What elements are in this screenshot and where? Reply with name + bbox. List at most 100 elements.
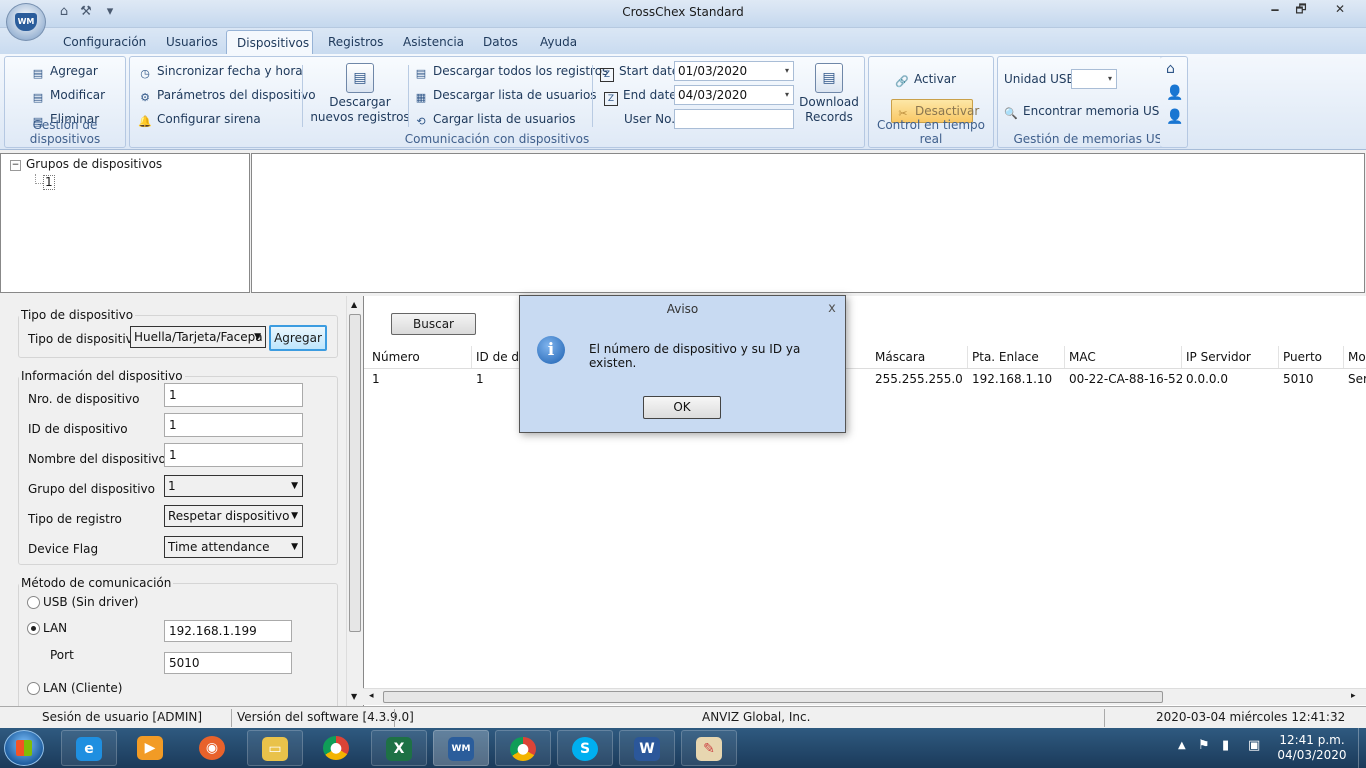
device-id-input[interactable]: 1 [164, 413, 303, 437]
search-button[interactable]: Buscar [391, 313, 476, 335]
device-number-input[interactable]: 1 [164, 383, 303, 407]
scroll-thumb[interactable] [349, 314, 361, 632]
taskbar-file-explorer[interactable]: ▭ [247, 730, 303, 766]
usb-unit-select[interactable]: ▾ [1071, 69, 1117, 89]
add-device-button[interactable]: ▤ Agregar [31, 61, 98, 81]
upload-user-list-button[interactable]: ⟲ Cargar lista de usuarios [414, 109, 575, 129]
taskbar-internet-explorer[interactable]: e [61, 730, 117, 766]
device-type-select[interactable]: Huella/Tarjeta/Facepa ▼ [130, 326, 266, 348]
start-date-picker[interactable]: 01/03/2020 ▾ [674, 61, 794, 81]
scroll-left-icon[interactable]: ◂ [369, 691, 374, 701]
clock-date: 04/03/2020 [1277, 748, 1347, 762]
table-cell-ip-servidor[interactable]: 0.0.0.0 [1182, 369, 1279, 389]
find-usb-button[interactable]: 🔍 Encontrar memoria USB [1004, 101, 1168, 121]
device-group-select[interactable]: 1 ▼ [164, 475, 303, 497]
status-bar: Sesión de usuario [ADMIN] Versión del so… [0, 706, 1366, 728]
action-center-flag-icon[interactable]: ⚑ [1198, 738, 1210, 753]
taskbar-crosschex[interactable]: WM [433, 730, 489, 766]
app-orb-button[interactable]: WM [6, 3, 46, 41]
tab-configuracion[interactable]: Configuración [55, 30, 154, 54]
dialog-close-button[interactable]: x [825, 301, 839, 316]
taskbar-chrome[interactable]: ● [309, 730, 365, 766]
port-input[interactable]: 5010 [164, 652, 292, 674]
bell-icon: 🔔 [138, 115, 152, 128]
form-scrollbar[interactable]: ▲ ▼ [346, 296, 362, 706]
column-header-ip-servidor[interactable]: IP Servidor [1182, 346, 1279, 368]
tray-expand-icon[interactable]: ▲ [1178, 740, 1186, 751]
device-name-input[interactable]: 1 [164, 443, 303, 467]
ok-button[interactable]: OK [643, 396, 721, 419]
tab-ayuda[interactable]: Ayuda [532, 30, 585, 54]
group-label-device-management: Gestión de dispositivos [29, 118, 101, 146]
house-user-icon[interactable]: ⌂ [1166, 61, 1175, 77]
end-date-picker[interactable]: 04/03/2020 ▾ [674, 85, 794, 105]
taskbar-skype[interactable]: S [557, 730, 613, 766]
column-header-mac[interactable]: MAC [1065, 346, 1182, 368]
add-device-type-button[interactable]: Agregar [269, 325, 327, 351]
maximize-button[interactable]: 🗗 [1288, 0, 1314, 19]
table-cell-mascara[interactable]: 255.255.255.0 [871, 369, 968, 389]
table-cell-numero[interactable]: 1 [368, 369, 472, 389]
column-header-mo[interactable]: Mo [1344, 346, 1366, 368]
tab-asistencia[interactable]: Asistencia [395, 30, 472, 54]
modify-device-button[interactable]: ▤ Modificar [31, 85, 105, 105]
lan-ip-input[interactable]: 192.168.1.199 [164, 620, 292, 642]
warning-dialog: Aviso x i El número de dispositivo y su … [519, 295, 846, 433]
calendar-icon: Z [604, 92, 618, 106]
taskbar-word[interactable]: W [619, 730, 675, 766]
table-cell-enlace[interactable]: 192.168.1.10 [968, 369, 1065, 389]
device-params-button[interactable]: ⚙ Parámetros del dispositivo [138, 85, 316, 105]
minimize-button[interactable]: 🗕 [1262, 0, 1288, 19]
device-flag-select[interactable]: Time attendance ▼ [164, 536, 303, 558]
column-header-mascara[interactable]: Máscara [871, 346, 968, 368]
column-header-enlace[interactable]: Pta. Enlace [968, 346, 1065, 368]
taskbar-firefox[interactable]: ◉ [185, 730, 241, 766]
table-cell-mac[interactable]: 00-22-CA-88-16-52 [1065, 369, 1182, 389]
user-icon[interactable]: 👤 [1166, 85, 1183, 101]
grid-horizontal-scrollbar[interactable]: ◂ ▸ [363, 688, 1366, 705]
column-header-puerto[interactable]: Puerto [1279, 346, 1344, 368]
record-type-value: Respetar dispositivo [168, 509, 290, 523]
tree-collapse-icon[interactable]: − [10, 160, 21, 171]
quick-access-dropdown-icon[interactable]: ▾ [102, 4, 118, 20]
close-button[interactable]: ✕ [1326, 0, 1354, 19]
scroll-up-icon[interactable]: ▲ [351, 300, 357, 309]
taskbar-clock[interactable]: 12:41 p.m. 04/03/2020 [1270, 733, 1354, 763]
sync-datetime-button[interactable]: ◷ Sincronizar fecha y hora [138, 61, 302, 81]
home-icon[interactable]: ⌂ [56, 4, 72, 20]
taskbar-paint[interactable]: ✎ [681, 730, 737, 766]
activate-button[interactable]: 🔗 Activar [895, 69, 956, 89]
start-button[interactable] [4, 730, 44, 766]
user-icon[interactable]: 👤 [1166, 109, 1183, 125]
record-type-select[interactable]: Respetar dispositivo ▼ [164, 505, 303, 527]
tab-registros[interactable]: Registros [320, 30, 391, 54]
tab-datos[interactable]: Datos [475, 30, 526, 54]
usb-radio[interactable] [27, 596, 40, 609]
lan-client-radio[interactable] [27, 682, 40, 695]
scroll-right-icon[interactable]: ▸ [1351, 691, 1356, 701]
scroll-thumb[interactable] [383, 691, 1163, 703]
taskbar-excel[interactable]: X [371, 730, 427, 766]
show-desktop-button[interactable] [1358, 728, 1366, 768]
scroll-down-icon[interactable]: ▼ [351, 692, 357, 701]
download-all-records-button[interactable]: ▤ Descargar todos los registros [414, 61, 609, 81]
usb-device-icon[interactable]: ▮ [1222, 738, 1229, 753]
download-user-list-button[interactable]: ▦ Descargar lista de usuarios [414, 85, 597, 105]
tab-dispositivos[interactable]: Dispositivos [226, 30, 313, 54]
tree-child-node[interactable]: 1 [43, 175, 55, 190]
column-header-numero[interactable]: Número [368, 346, 472, 368]
download-new-records-button[interactable]: ▤ Descargar nuevos registros [310, 63, 410, 125]
user-no-input[interactable] [674, 109, 794, 129]
device-type-value: Huella/Tarjeta/Facepa [134, 330, 263, 344]
table-cell-puerto[interactable]: 5010 [1279, 369, 1344, 389]
tab-usuarios[interactable]: Usuarios [158, 30, 226, 54]
table-cell-mo[interactable]: Ser [1344, 369, 1366, 389]
tools-icon[interactable]: ⚒ [78, 4, 94, 20]
download-records-button[interactable]: ▤ Download Records [796, 63, 862, 125]
lan-radio[interactable] [27, 622, 40, 635]
tree-root-node[interactable]: Grupos de dispositivos [26, 157, 162, 171]
taskbar-chrome-profile[interactable]: ● [495, 730, 551, 766]
configure-siren-button[interactable]: 🔔 Configurar sirena [138, 109, 261, 129]
taskbar-media-player[interactable]: ▶ [123, 730, 179, 766]
network-icon[interactable]: ▣ [1248, 738, 1260, 753]
